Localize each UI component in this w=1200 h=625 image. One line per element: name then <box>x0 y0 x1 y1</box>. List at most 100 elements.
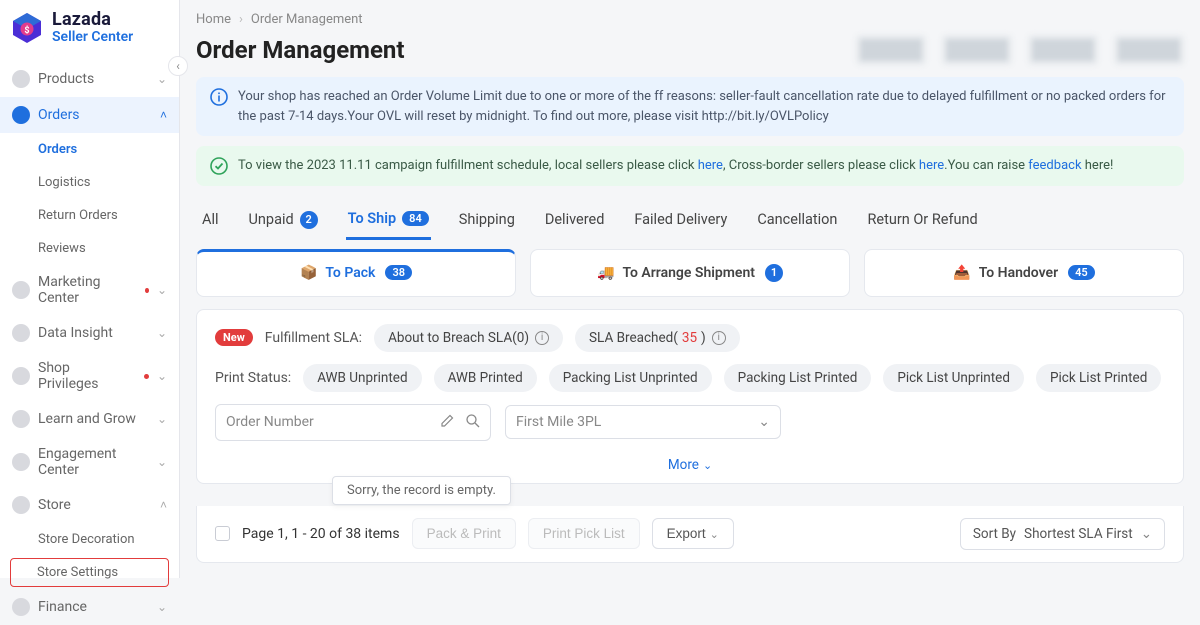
edit-icon[interactable] <box>440 413 455 432</box>
stat-card <box>1028 35 1098 65</box>
info-icon <box>210 88 228 106</box>
chip-awb-unprinted[interactable]: AWB Unprinted <box>303 364 421 392</box>
chip-sla-breached[interactable]: SLA Breached(35)i <box>575 324 740 352</box>
tab-return[interactable]: Return Or Refund <box>865 204 979 240</box>
brand-subname: Seller Center <box>52 30 133 45</box>
first-mile-3pl-select[interactable]: First Mile 3PL ⌄ <box>505 405 781 439</box>
sidebar-item-store[interactable]: Store˄ <box>0 487 179 523</box>
sidebar-item-finance[interactable]: Finance⌄ <box>0 589 179 625</box>
finance-icon <box>12 598 30 616</box>
subtab-handover[interactable]: 📤 To Handover 45 <box>864 249 1184 297</box>
handover-icon: 📤 <box>953 265 970 281</box>
subtab-topack[interactable]: 📦 To Pack 38 <box>196 249 516 297</box>
chip-packlist-printed[interactable]: Packing List Printed <box>724 364 872 392</box>
select-all-checkbox[interactable] <box>215 526 230 541</box>
alert-campaign: To view the 2023 11.11 campaign fulfillm… <box>196 146 1184 186</box>
page-title: Order Management <box>196 36 405 64</box>
badge-toship: 84 <box>402 211 429 226</box>
learn-icon <box>12 410 30 428</box>
crumb-current: Order Management <box>251 12 363 27</box>
link-feedback[interactable]: feedback <box>1028 158 1081 173</box>
sidebar-item-products[interactable]: Products⌄ <box>0 61 179 97</box>
chevron-down-icon: ⌄ <box>157 412 167 426</box>
new-tag: New <box>215 329 253 346</box>
sidebar-collapse-icon[interactable]: ‹ <box>168 56 188 76</box>
main-content: Home › Order Management Order Management… <box>180 0 1200 578</box>
link-local-here[interactable]: here <box>698 158 723 173</box>
alert-campaign-text: To view the 2023 11.11 campaign fulfillm… <box>238 156 1113 176</box>
link-cb-here[interactable]: here <box>919 158 944 173</box>
pagination-text: Page 1, 1 - 20 of 38 items <box>242 526 400 542</box>
chip-packlist-unprinted[interactable]: Packing List Unprinted <box>549 364 712 392</box>
chip-awb-printed[interactable]: AWB Printed <box>434 364 537 392</box>
chevron-down-icon: ⌄ <box>157 455 167 469</box>
chevron-up-icon: ˄ <box>160 498 167 512</box>
chevron-down-icon: ⌄ <box>157 72 167 86</box>
subtab-arrange[interactable]: 🚚 To Arrange Shipment 1 <box>530 249 850 297</box>
sidebar-item-learn[interactable]: Learn and Grow⌄ <box>0 401 179 437</box>
header-stat-cards <box>856 35 1184 65</box>
tab-cancel[interactable]: Cancellation <box>755 204 839 240</box>
tab-all[interactable]: All <box>200 204 221 240</box>
alert-dot-icon <box>145 288 149 293</box>
chevron-down-icon: ⌄ <box>758 414 770 430</box>
filter-panel: New Fulfillment SLA: About to Breach SLA… <box>196 309 1184 484</box>
tab-shipping[interactable]: Shipping <box>457 204 517 240</box>
chevron-down-icon: ⌄ <box>703 459 712 472</box>
sidebar-item-orders[interactable]: Orders˄ <box>0 97 179 133</box>
tab-delivered[interactable]: Delivered <box>543 204 607 240</box>
logo[interactable]: $ Lazada Seller Center <box>0 0 179 57</box>
chevron-up-icon: ˄ <box>160 108 167 122</box>
sidebar-item-privileges[interactable]: Shop Privileges⌄ <box>0 351 179 401</box>
list-toolbar: Page 1, 1 - 20 of 38 items Pack & Print … <box>196 506 1184 563</box>
sidebar-sub-reviews[interactable]: Reviews <box>0 232 179 265</box>
tab-failed[interactable]: Failed Delivery <box>632 204 729 240</box>
sidebar-sub-orders[interactable]: Orders <box>0 133 179 166</box>
pack-print-button[interactable]: Pack & Print <box>412 518 516 549</box>
box-icon: 📦 <box>300 265 317 281</box>
engagement-icon <box>12 453 30 471</box>
breadcrumb: Home › Order Management <box>196 12 1184 27</box>
truck-icon: 🚚 <box>597 265 614 281</box>
status-tabs: All Unpaid2 To Ship84 Shipping Delivered… <box>196 196 1184 241</box>
sort-select[interactable]: Sort By Shortest SLA First ⌄ <box>960 518 1165 550</box>
chevron-down-icon: ⌄ <box>1141 526 1152 542</box>
alert-dot-icon <box>144 374 149 379</box>
privileges-icon <box>12 367 30 385</box>
badge-handover: 45 <box>1068 265 1095 280</box>
sidebar-sub-logistics[interactable]: Logistics <box>0 166 179 199</box>
chip-picklist-unprinted[interactable]: Pick List Unprinted <box>883 364 1024 392</box>
more-filters-link[interactable]: More⌄ <box>215 453 1165 473</box>
sidebar-sub-store-decoration[interactable]: Store Decoration <box>0 523 179 556</box>
sidebar-item-insight[interactable]: Data Insight⌄ <box>0 315 179 351</box>
print-status-label: Print Status: <box>215 370 291 386</box>
chip-sla-about[interactable]: About to Breach SLA(0)i <box>374 324 563 352</box>
alert-ovl: Your shop has reached an Order Volume Li… <box>196 77 1184 136</box>
chevron-down-icon: ⌄ <box>157 283 167 297</box>
products-icon <box>12 70 30 88</box>
sidebar-sub-store-settings[interactable]: Store Settings <box>10 558 169 587</box>
badge-unpaid: 2 <box>300 211 318 229</box>
info-icon: i <box>535 331 549 345</box>
chevron-down-icon: ⌄ <box>710 529 719 541</box>
tab-toship[interactable]: To Ship84 <box>346 204 431 240</box>
badge-arrange: 1 <box>765 264 783 282</box>
sort-value: Shortest SLA First <box>1024 526 1133 542</box>
tab-unpaid[interactable]: Unpaid2 <box>247 204 320 240</box>
print-picklist-button[interactable]: Print Pick List <box>528 518 640 549</box>
orders-icon <box>12 106 30 124</box>
crumb-home[interactable]: Home <box>196 12 231 27</box>
stat-card <box>856 35 926 65</box>
chevron-right-icon: › <box>239 12 243 27</box>
sidebar-item-engagement[interactable]: Engagement Center⌄ <box>0 437 179 487</box>
order-number-input[interactable]: Order Number <box>215 404 491 441</box>
sidebar-sub-return-orders[interactable]: Return Orders <box>0 199 179 232</box>
sidebar-item-marketing[interactable]: Marketing Center⌄ <box>0 265 179 315</box>
lazada-brand-icon: $ <box>10 11 44 45</box>
chip-picklist-printed[interactable]: Pick List Printed <box>1036 364 1161 392</box>
badge-topack: 38 <box>385 265 412 280</box>
first-mile-value: First Mile 3PL <box>516 414 601 430</box>
search-icon[interactable] <box>465 413 480 432</box>
export-button[interactable]: Export⌄ <box>652 518 734 549</box>
marketing-icon <box>12 281 30 299</box>
